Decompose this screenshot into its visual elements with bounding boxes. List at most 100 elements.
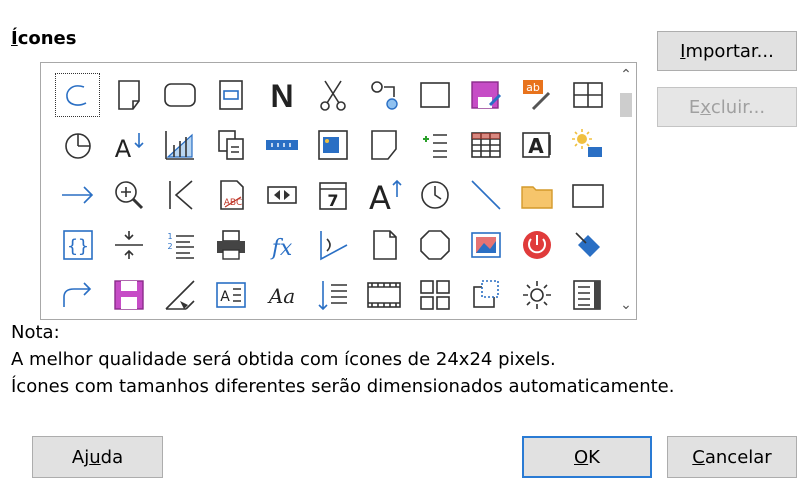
rectangle-icon <box>415 75 455 115</box>
table-icon <box>568 75 608 115</box>
icon-option[interactable] <box>460 220 511 270</box>
sort-text-icon: A <box>109 125 149 165</box>
line-spacing-icon <box>313 275 353 315</box>
icon-option[interactable] <box>358 220 409 270</box>
icon-option[interactable]: {} <box>52 220 103 270</box>
icon-option[interactable] <box>103 270 154 319</box>
icon-option[interactable] <box>460 120 511 170</box>
icon-option[interactable] <box>358 70 409 120</box>
icon-option[interactable] <box>409 270 460 319</box>
ok-mnemonic: O <box>574 446 589 468</box>
icon-option[interactable] <box>52 270 103 319</box>
delete-button[interactable]: Ex cluir... <box>657 87 797 127</box>
icon-option[interactable] <box>307 220 358 270</box>
arrow-right-icon <box>58 175 98 215</box>
ok-button[interactable]: OK <box>522 436 652 478</box>
fill-bucket-icon <box>568 225 608 265</box>
frame-icon <box>568 175 608 215</box>
icon-option[interactable]: 7 <box>307 170 358 220</box>
delete-label-post: cluir... <box>710 96 766 118</box>
icon-option[interactable] <box>205 70 256 120</box>
svg-text:A: A <box>114 135 131 163</box>
scroll-down-icon[interactable]: ⌄ <box>618 297 634 313</box>
icon-option[interactable]: ab <box>511 70 562 120</box>
icon-option[interactable] <box>256 120 307 170</box>
media-controls-icon <box>262 175 302 215</box>
icon-option[interactable]: A <box>358 170 409 220</box>
cancel-button[interactable]: Cancelar <box>667 436 797 478</box>
icon-option[interactable] <box>562 70 613 120</box>
icon-option[interactable] <box>562 170 613 220</box>
icon-option[interactable]: A <box>205 270 256 319</box>
icon-option[interactable] <box>358 120 409 170</box>
icon-option[interactable] <box>154 120 205 170</box>
icon-option[interactable] <box>460 170 511 220</box>
icon-option[interactable] <box>103 170 154 220</box>
svg-text:fx: fx <box>269 236 292 261</box>
icon-option[interactable] <box>511 220 562 270</box>
import-button[interactable]: Importar... <box>657 31 797 71</box>
icon-option[interactable] <box>562 270 613 319</box>
icon-option[interactable] <box>562 120 613 170</box>
icon-option[interactable] <box>511 270 562 319</box>
title-rest: cones <box>17 28 77 49</box>
navigator-icon <box>568 275 608 315</box>
icon-option[interactable]: fx <box>256 220 307 270</box>
first-page-icon <box>160 175 200 215</box>
progress-bar-icon <box>262 125 302 165</box>
icon-option[interactable] <box>52 170 103 220</box>
icon-option[interactable] <box>409 70 460 120</box>
icon-option[interactable] <box>460 270 511 319</box>
icon-option[interactable] <box>154 270 205 319</box>
floppy-save-icon <box>109 275 149 315</box>
icon-option[interactable] <box>358 270 409 319</box>
icon-option[interactable]: ABC <box>205 170 256 220</box>
grow-font-icon: A <box>364 175 404 215</box>
icon-option[interactable] <box>256 170 307 220</box>
scroll-thumb[interactable] <box>620 93 632 117</box>
icon-option[interactable] <box>52 120 103 170</box>
icon-option[interactable] <box>154 170 205 220</box>
icon-option[interactable] <box>307 70 358 120</box>
numbered-list-icon: 12 <box>160 225 200 265</box>
icon-option[interactable] <box>307 270 358 319</box>
scissors-icon <box>313 75 353 115</box>
icon-option[interactable] <box>409 220 460 270</box>
icon-option[interactable] <box>52 70 103 120</box>
note-heading: Nota: <box>11 322 60 343</box>
image-insert-icon <box>466 225 506 265</box>
icon-option[interactable] <box>103 220 154 270</box>
delete-mnemonic: x <box>700 96 711 118</box>
icon-option[interactable]: A <box>103 120 154 170</box>
icon-option[interactable] <box>409 120 460 170</box>
icon-option[interactable] <box>511 170 562 220</box>
note-line-1: A melhor qualidade será obtida com ícone… <box>11 349 556 370</box>
folder-icon <box>517 175 557 215</box>
icon-option[interactable]: 12 <box>154 220 205 270</box>
svg-text:N: N <box>270 78 293 114</box>
icon-option[interactable] <box>409 170 460 220</box>
icon-option[interactable] <box>103 70 154 120</box>
lasso-selection-icon <box>58 75 98 115</box>
icon-option[interactable] <box>460 70 511 120</box>
zoom-in-icon <box>109 175 149 215</box>
svg-text:2: 2 <box>167 242 172 251</box>
scroll-up-icon[interactable]: ⌃ <box>618 67 634 83</box>
help-button[interactable]: Aj u da <box>32 436 163 478</box>
icon-option[interactable] <box>307 120 358 170</box>
icon-option[interactable]: Aa <box>256 270 307 319</box>
help-mnemonic: u <box>89 446 101 468</box>
icon-option[interactable] <box>562 220 613 270</box>
icon-option[interactable]: A <box>511 120 562 170</box>
icon-option[interactable] <box>205 220 256 270</box>
icon-picker[interactable]: Nab A A ABC 7 A {} 1 2 fx A Aa ⌃ ⌄ <box>40 62 637 320</box>
vertical-scrollbar[interactable]: ⌃ ⌄ <box>616 63 636 319</box>
icon-grid: Nab A A ABC 7 A {} 1 2 fx A Aa <box>52 70 613 319</box>
import-label: mportar... <box>685 40 774 62</box>
icon-option[interactable]: N <box>256 70 307 120</box>
icon-option[interactable] <box>205 120 256 170</box>
icon-option[interactable] <box>154 70 205 120</box>
frame-anchor-icon <box>466 275 506 315</box>
clock-icon <box>415 175 455 215</box>
font-style-icon: Aa <box>262 275 302 315</box>
